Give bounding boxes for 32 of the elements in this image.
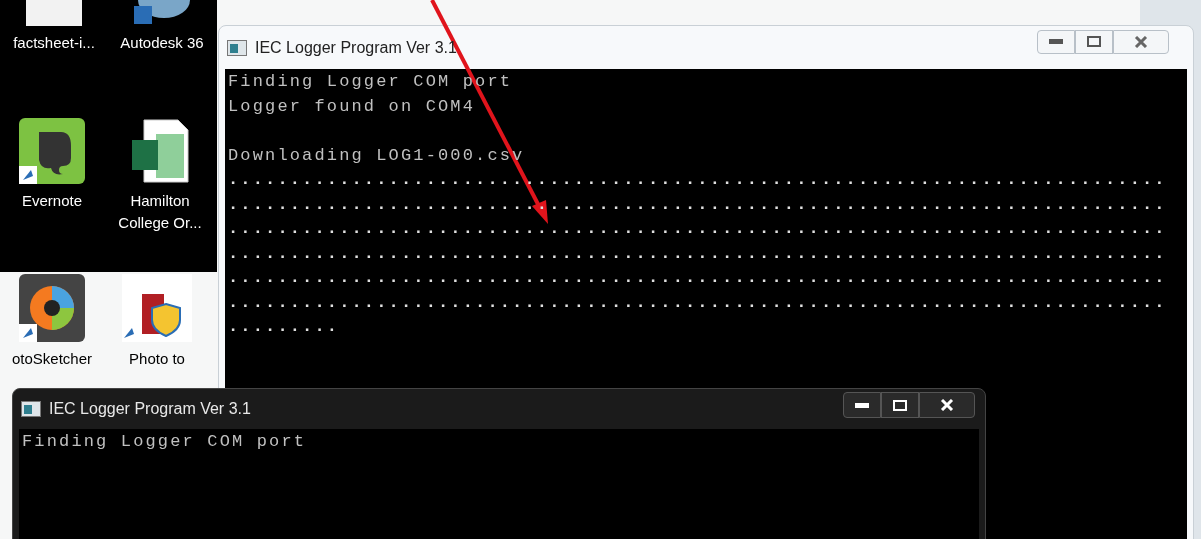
shield-icon	[122, 274, 192, 342]
window-title: IEC Logger Program Ver 3.1	[255, 37, 457, 58]
progress-dots: ............................................................................	[228, 291, 1167, 314]
elephant-icon	[19, 118, 85, 184]
console-line: Logger found on COM4	[228, 95, 476, 118]
desktop-icon-label[interactable]: otoSketcher	[11, 348, 92, 370]
close-icon	[940, 399, 954, 411]
minimize-icon	[1049, 39, 1063, 44]
console-app-icon	[227, 39, 247, 56]
maximize-icon	[1087, 36, 1101, 47]
minimize-button[interactable]	[843, 392, 881, 418]
close-icon	[1134, 35, 1148, 48]
maximize-button[interactable]	[881, 392, 919, 418]
minimize-icon	[855, 402, 869, 408]
console-line: Finding Logger COM port	[22, 431, 307, 453]
progress-dots: ............................................................................	[228, 218, 1167, 240]
window-title: IEC Logger Program Ver 3.1	[49, 399, 251, 419]
console-app-icon	[21, 401, 41, 417]
close-button[interactable]	[919, 392, 975, 418]
desktop-icon-label[interactable]: factsheet-i...	[13, 32, 95, 54]
spreadsheet-icon	[130, 118, 190, 184]
desktop-icon-label[interactable]: Photo to	[129, 348, 185, 370]
progress-dots: ............................................................................	[228, 267, 1167, 289]
maximize-icon	[893, 399, 907, 411]
minimize-button[interactable]	[1037, 29, 1075, 54]
progress-dots: ............................................................................	[228, 242, 1167, 265]
desktop-icon-label[interactable]: Hamilton College Or...	[108, 190, 212, 234]
progress-dots: .........	[228, 316, 340, 338]
desktop-icon-label[interactable]: Autodesk 36	[120, 32, 204, 54]
desktop-icon-label[interactable]: Evernote	[21, 190, 82, 212]
swirl-icon	[19, 274, 85, 342]
maximize-button[interactable]	[1075, 29, 1113, 54]
